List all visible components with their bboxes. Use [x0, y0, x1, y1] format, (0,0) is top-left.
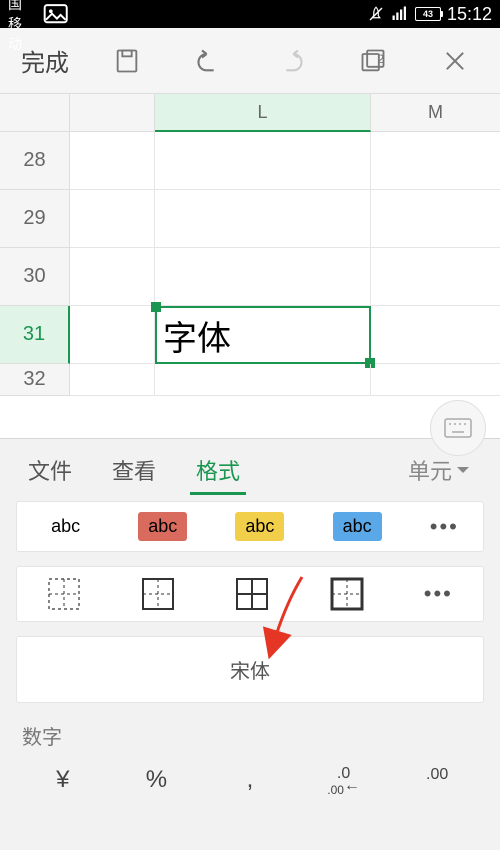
- save-button[interactable]: [86, 28, 168, 93]
- cell[interactable]: [70, 190, 155, 248]
- keyboard-fab[interactable]: [430, 400, 486, 456]
- save-icon: [113, 47, 141, 75]
- numfmt-currency[interactable]: ¥: [16, 766, 110, 798]
- font-name: 宋体: [230, 655, 270, 684]
- toolbar: 完成 2: [0, 28, 500, 94]
- column-headers: L M: [0, 94, 500, 132]
- row-header[interactable]: 29: [0, 190, 70, 248]
- row-header[interactable]: 32: [0, 364, 70, 396]
- numfmt-thousands[interactable]: ,: [203, 766, 297, 798]
- row-header[interactable]: 31: [0, 306, 70, 364]
- keyboard-icon: [444, 418, 472, 438]
- signal-icon: [391, 5, 409, 23]
- silent-icon: [367, 5, 385, 23]
- border-more[interactable]: •••: [424, 581, 453, 607]
- highlight-red[interactable]: abc: [138, 512, 187, 541]
- close-button[interactable]: [414, 28, 496, 93]
- cell[interactable]: [155, 190, 371, 248]
- selected-cell[interactable]: 字体: [155, 306, 371, 364]
- cell[interactable]: [70, 306, 155, 364]
- cell[interactable]: [70, 248, 155, 306]
- row-header[interactable]: 28: [0, 132, 70, 190]
- corner-cell[interactable]: [0, 94, 70, 132]
- highlight-blue[interactable]: abc: [333, 512, 382, 541]
- undo-icon: [195, 47, 223, 75]
- cell[interactable]: [70, 132, 155, 190]
- border-none[interactable]: [47, 577, 81, 611]
- tab-view[interactable]: 查看: [94, 439, 174, 501]
- border-outer[interactable]: [141, 577, 175, 611]
- image-icon: [41, 0, 70, 29]
- redo-button[interactable]: [250, 28, 332, 93]
- cell[interactable]: [371, 132, 500, 190]
- row-31: 31 字体: [0, 306, 500, 364]
- number-section-title: 数字: [0, 717, 500, 760]
- cell[interactable]: [155, 248, 371, 306]
- numfmt-increase-decimal[interactable]: .00: [390, 766, 484, 798]
- format-panel: 文件 查看 格式 单元 abc abc abc abc ••• ••• 宋体 数: [0, 438, 500, 850]
- col-header-k[interactable]: [70, 94, 155, 132]
- cell[interactable]: [371, 364, 500, 396]
- border-section: •••: [16, 566, 484, 622]
- row-30: 30: [0, 248, 500, 306]
- battery-indicator: 43: [415, 7, 441, 21]
- font-selector[interactable]: 宋体: [16, 636, 484, 703]
- highlight-none[interactable]: abc: [41, 512, 90, 541]
- chevron-down-icon: [454, 461, 472, 479]
- selection-handle-tl[interactable]: [151, 302, 161, 312]
- tab-format[interactable]: 格式: [178, 439, 258, 501]
- close-icon: [441, 47, 469, 75]
- numfmt-percent[interactable]: %: [110, 766, 204, 798]
- row-29: 29: [0, 190, 500, 248]
- done-button[interactable]: 完成: [4, 28, 86, 93]
- col-header-l[interactable]: L: [155, 94, 371, 132]
- border-all[interactable]: [235, 577, 269, 611]
- tabs-count: 2: [377, 52, 384, 66]
- undo-button[interactable]: [168, 28, 250, 93]
- highlight-more[interactable]: •••: [430, 514, 459, 540]
- panel-tabs: 文件 查看 格式 单元: [0, 439, 500, 501]
- row-28: 28: [0, 132, 500, 190]
- number-format-row: ¥ % , .0.00← .00: [0, 760, 500, 798]
- highlight-yellow[interactable]: abc: [235, 512, 284, 541]
- tabs-button[interactable]: 2: [332, 28, 414, 93]
- cell[interactable]: [371, 248, 500, 306]
- clock: 15:12: [447, 4, 492, 25]
- row-header[interactable]: 30: [0, 248, 70, 306]
- cell[interactable]: [155, 132, 371, 190]
- numfmt-decrease-decimal[interactable]: .0.00←: [297, 766, 391, 798]
- cell[interactable]: [155, 364, 371, 396]
- cell[interactable]: [70, 364, 155, 396]
- border-thick[interactable]: [330, 577, 364, 611]
- status-bar: 中国移动 43 15:12: [0, 0, 500, 28]
- highlight-section: abc abc abc abc •••: [16, 501, 484, 552]
- redo-icon: [277, 47, 305, 75]
- cell[interactable]: [371, 190, 500, 248]
- cell[interactable]: [371, 306, 500, 364]
- tab-file[interactable]: 文件: [10, 439, 90, 501]
- row-32: 32: [0, 364, 500, 396]
- cell-value: 字体: [163, 311, 231, 360]
- spreadsheet[interactable]: L M 28 29 30 31 字体: [0, 94, 500, 438]
- col-header-m[interactable]: M: [371, 94, 500, 132]
